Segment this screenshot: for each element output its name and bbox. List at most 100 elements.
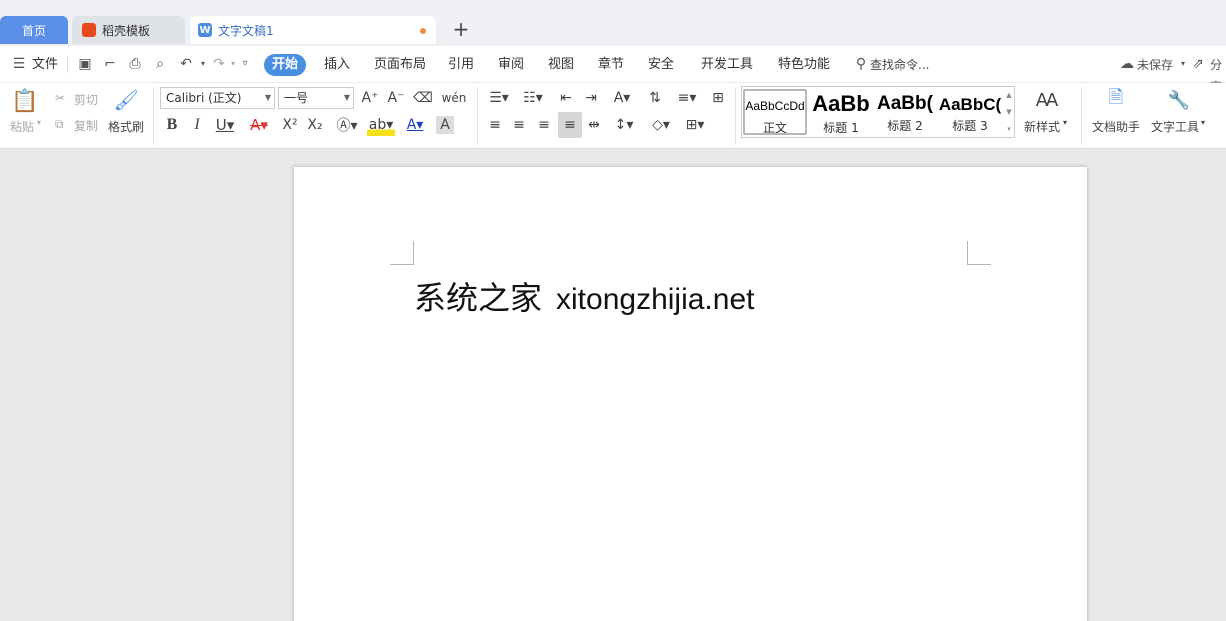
margin-corner-right (967, 241, 991, 265)
font-name-select[interactable]: Calibri (正文) ▼ (160, 87, 275, 109)
clear-format-icon[interactable]: ⌫ (413, 88, 433, 108)
line-spacing-options-icon[interactable]: ≡▾ (674, 88, 700, 108)
phonetic-guide-icon[interactable]: wén (441, 88, 467, 108)
format-painter-icon[interactable]: 🖌 (114, 87, 138, 113)
menu-tab-chapter[interactable]: 章节 (598, 54, 624, 76)
new-style-dropdown-icon[interactable]: ▾ (1063, 118, 1067, 127)
doc-assistant-button[interactable]: 文档助手 (1092, 118, 1140, 135)
numbered-list-icon[interactable]: ☷▾ (520, 88, 546, 108)
style-normal[interactable]: AaBbCcDd 正文 (743, 89, 807, 135)
menu-tab-insert[interactable]: 插入 (324, 54, 350, 76)
style-heading-3[interactable]: AaBbC( 标题 3 (938, 89, 1002, 135)
tab-document[interactable]: W 文字文稿1 (190, 16, 436, 44)
character-shading-icon[interactable]: A (436, 116, 454, 134)
shading-icon[interactable]: ◇▾ (647, 114, 675, 136)
divider (477, 87, 478, 145)
styles-gallery: AaBbCcDd 正文 AaBb 标题 1 AaBb( 标题 2 AaBbC( … (741, 86, 1015, 138)
document-text-chinese: 系统之家 (414, 279, 542, 317)
new-tab-button[interactable]: + (452, 19, 470, 41)
paste-dropdown-icon[interactable]: ▾ (37, 118, 41, 127)
style-sample: AaBb (809, 91, 873, 117)
text-tools-button[interactable]: 文字工具 (1151, 118, 1199, 135)
search-icon: ⚲ (852, 55, 870, 73)
menu-tab-references[interactable]: 引用 (448, 54, 474, 76)
menu-tab-view[interactable]: 视图 (548, 54, 574, 76)
menu-tab-developer[interactable]: 开发工具 (701, 54, 753, 76)
underline-icon[interactable]: U▾ (212, 114, 238, 136)
align-right-icon[interactable]: ≡ (535, 114, 553, 136)
font-size-select[interactable]: 一号 ▼ (278, 87, 354, 109)
sort-icon[interactable]: ⇅ (645, 88, 665, 108)
format-painter-quick-icon[interactable]: ⌐ (101, 55, 119, 73)
hamburger-menu-icon[interactable]: ☰ (10, 55, 28, 73)
copy-icon[interactable]: ⧉ (55, 117, 64, 132)
paste-button[interactable]: 粘贴 (10, 118, 34, 135)
style-heading-2[interactable]: AaBb( 标题 2 (873, 89, 937, 135)
cut-icon[interactable]: ✂ (55, 91, 65, 105)
new-style-icon[interactable]: Ꜳ (1034, 87, 1060, 113)
cut-button[interactable]: 剪切 (74, 91, 98, 108)
unsaved-status[interactable]: 未保存 (1137, 54, 1173, 76)
doc-assistant-icon[interactable]: 🗎 (1104, 87, 1128, 113)
decrease-indent-icon[interactable]: ⇤ (556, 88, 576, 108)
style-heading-1[interactable]: AaBb 标题 1 (809, 89, 873, 135)
print-preview-icon[interactable]: ⌕ (151, 55, 169, 73)
document-page[interactable]: 系统之家xitongzhijia.net (294, 167, 1087, 621)
text-effect-icon[interactable]: Ⓐ▾ (334, 114, 360, 136)
customize-toolbar-icon[interactable]: ▿ (236, 55, 254, 73)
align-left-icon[interactable]: ≡ (486, 114, 504, 136)
document-body-text[interactable]: 系统之家xitongzhijia.net (414, 273, 754, 319)
align-center-icon[interactable]: ≡ (510, 114, 528, 136)
styles-expand-icon[interactable]: ▾ (1004, 121, 1014, 137)
table-borders-icon[interactable]: ⊞ (708, 88, 728, 108)
menu-tab-page-layout[interactable]: 页面布局 (374, 54, 426, 76)
file-menu[interactable]: 文件 (32, 54, 58, 76)
borders-icon[interactable]: ⊞▾ (681, 114, 709, 136)
share-icon: ⇗ (1189, 55, 1207, 73)
print-icon[interactable]: ⎙ (126, 55, 144, 73)
font-color-icon[interactable]: A▾ (401, 114, 429, 136)
search-command[interactable]: 查找命令... (870, 54, 929, 76)
italic-icon[interactable]: I (188, 114, 206, 136)
highlight-icon[interactable]: ab▾ (367, 114, 395, 136)
text-tools-dropdown-icon[interactable]: ▾ (1201, 118, 1205, 127)
distributed-icon[interactable]: ⇹ (585, 114, 603, 136)
tab-home[interactable]: 首页 (0, 16, 68, 44)
menu-tab-review[interactable]: 审阅 (498, 54, 524, 76)
strikethrough-icon[interactable]: A▾ (246, 114, 272, 136)
menu-tab-features[interactable]: 特色功能 (778, 54, 830, 76)
save-icon[interactable]: ▣ (76, 55, 94, 73)
paste-icon[interactable]: 📋 (12, 87, 38, 115)
ribbon: 📋 粘贴 ▾ ✂ 剪切 ⧉ 复制 🖌 格式刷 Calibri (正文) ▼ 一号… (0, 83, 1226, 149)
line-spacing-icon[interactable]: ↕▾ (611, 114, 637, 136)
justify-icon[interactable]: ≡ (558, 112, 582, 138)
cloud-icon: ☁ (1118, 55, 1136, 73)
shrink-font-icon[interactable]: A⁻ (386, 88, 406, 108)
format-painter-button[interactable]: 格式刷 (108, 118, 144, 135)
style-name: 正文 (745, 119, 805, 135)
style-name: 标题 1 (809, 119, 873, 135)
undo-icon[interactable]: ↶ (177, 55, 195, 73)
menu-tab-start[interactable]: 开始 (264, 54, 306, 76)
divider (153, 87, 154, 145)
tab-home-label: 首页 (22, 22, 46, 39)
menu-tab-security[interactable]: 安全 (648, 54, 674, 76)
tab-template[interactable]: 稻壳模板 (72, 16, 185, 44)
styles-scroll-down-icon[interactable]: ▼ (1004, 104, 1014, 120)
share-button[interactable]: 分享 (1210, 54, 1226, 76)
bullet-list-icon[interactable]: ☰▾ (486, 88, 512, 108)
grow-font-icon[interactable]: A⁺ (360, 88, 380, 108)
chevron-down-icon: ▼ (344, 88, 350, 108)
bold-icon[interactable]: B (163, 114, 181, 136)
styles-scroll-up-icon[interactable]: ▲ (1004, 87, 1014, 103)
increase-indent-icon[interactable]: ⇥ (581, 88, 601, 108)
subscript-icon[interactable]: X₂ (305, 114, 325, 136)
text-direction-icon[interactable]: A▾ (609, 88, 635, 108)
wrench-icon[interactable]: 🔧 (1166, 87, 1192, 113)
copy-button[interactable]: 复制 (74, 117, 98, 134)
daoke-logo-icon (82, 23, 96, 37)
divider (735, 87, 736, 145)
font-size-value: 一号 (284, 91, 308, 105)
new-style-button[interactable]: 新样式 (1024, 118, 1060, 135)
superscript-icon[interactable]: X² (280, 114, 300, 136)
